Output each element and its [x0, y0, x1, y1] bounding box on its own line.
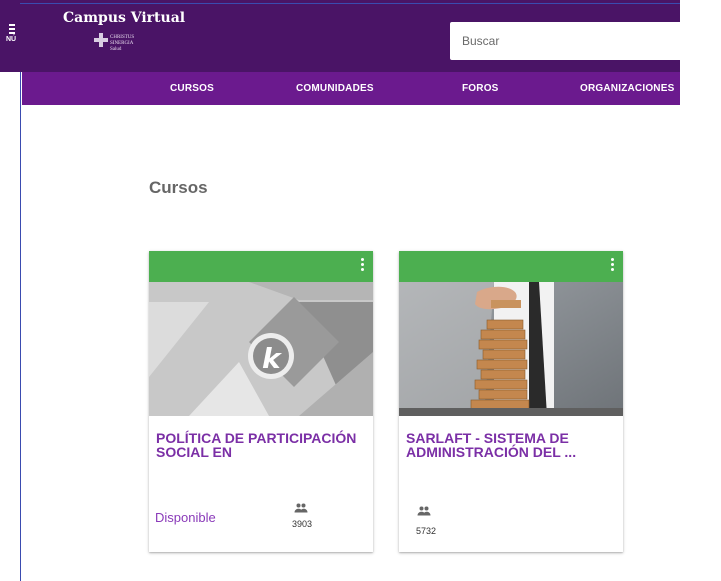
- site-title[interactable]: Campus Virtual: [63, 10, 185, 26]
- window-border-left: [20, 0, 21, 581]
- course-image[interactable]: k: [149, 282, 373, 416]
- members-count: 5732: [416, 526, 437, 536]
- course-card[interactable]: k POLÍTICA DE PARTICIPACIÓN SOCIAL EN Di…: [149, 251, 373, 552]
- window-border-top: [20, 3, 680, 4]
- section-title: Cursos: [149, 178, 208, 197]
- menu-button[interactable]: NÚ: [6, 24, 22, 48]
- top-header: NÚ Campus Virtual CHRISTUS SINERGIA Salu…: [0, 0, 680, 72]
- christus-logo[interactable]: CHRISTUS SINERGIA Salud: [92, 32, 162, 58]
- members-icon: [294, 503, 308, 513]
- nav-cursos[interactable]: CURSOS: [170, 72, 214, 105]
- card-header: [399, 251, 623, 282]
- menu-label: NÚ: [6, 36, 17, 43]
- search-input[interactable]: [450, 22, 680, 60]
- nav-comunidades[interactable]: COMUNIDADES: [296, 72, 374, 105]
- course-title[interactable]: SARLAFT - SISTEMA DE ADMINISTRACIÓN DEL …: [406, 431, 618, 459]
- k-logo-icon: k: [149, 282, 373, 416]
- nav-organizaciones[interactable]: ORGANIZACIONES: [580, 72, 674, 105]
- hamburger-icon: [9, 24, 15, 36]
- main-nav: CURSOS COMUNIDADES FOROS ORGANIZACIONES: [22, 72, 680, 105]
- cross-logo-icon: [94, 33, 108, 47]
- logo-line-3: Salud: [110, 47, 122, 52]
- status-label: Disponible: [155, 510, 216, 525]
- members-icon: [417, 506, 431, 516]
- svg-text:k: k: [262, 342, 283, 375]
- more-options-icon[interactable]: [361, 258, 365, 274]
- members-count: 3903: [292, 519, 313, 529]
- nav-foros[interactable]: FOROS: [462, 72, 499, 105]
- card-header: [149, 251, 373, 282]
- more-options-icon[interactable]: [611, 258, 615, 274]
- course-image[interactable]: [399, 282, 623, 416]
- course-title[interactable]: POLÍTICA DE PARTICIPACIÓN SOCIAL EN: [156, 431, 368, 459]
- logo-text: CHRISTUS SINERGIA Salud: [110, 35, 134, 53]
- jenga-blocks-photo: [399, 282, 623, 416]
- course-card[interactable]: SARLAFT - SISTEMA DE ADMINISTRACIÓN DEL …: [399, 251, 623, 552]
